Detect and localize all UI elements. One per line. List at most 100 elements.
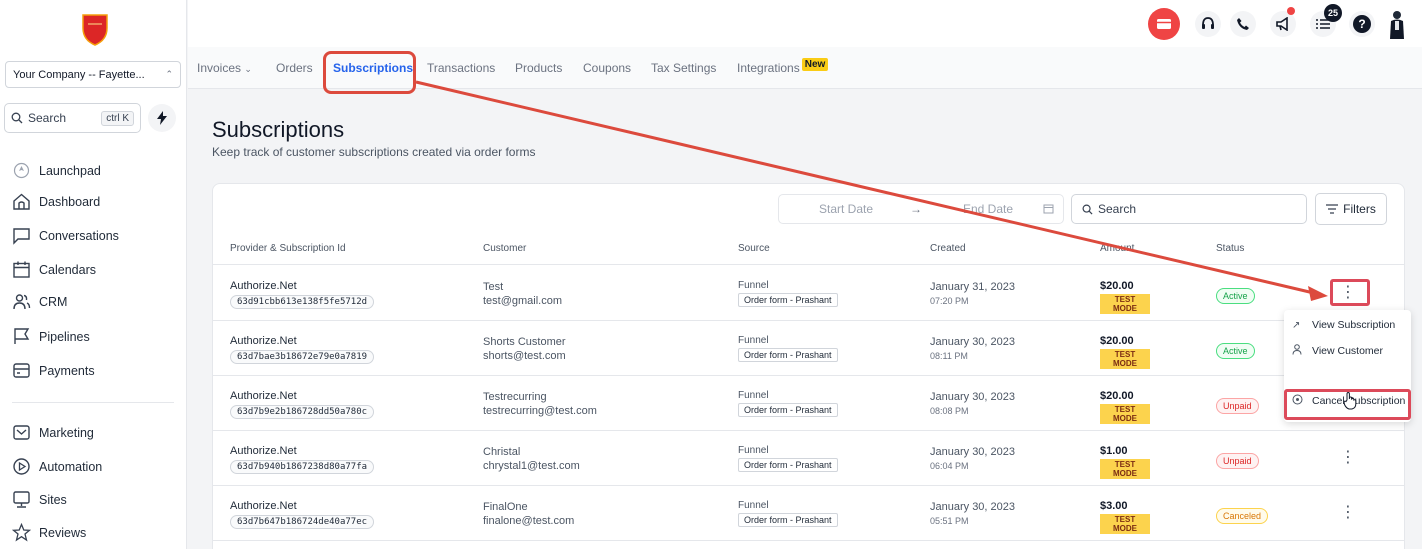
arrow-up-right-icon: ↗ [1292,319,1301,331]
source-tag: Order form - Prashant [738,403,838,417]
created-date: January 30, 2023 [930,391,1016,403]
tab-transactions[interactable]: Transactions [427,61,495,75]
created-cell: January 30, 2023 06:04 PM [930,445,1015,473]
customer-cell: Shorts Customer shorts@test.com [483,335,566,363]
search-placeholder: Search [1098,202,1137,216]
sidebar-item-label: Sites [39,492,67,507]
subscription-id: 63d7bae3b18672e79e0a7819 [230,350,375,364]
sidebar-item-reviews[interactable]: Reviews [12,523,86,542]
provider-name: Authorize.Net [230,390,297,402]
table-row[interactable]: Authorize.Net 63d91cbb613e138f5fe5712d Te… [213,266,1404,321]
amount-value: $20.00 [1100,335,1134,347]
table-row[interactable]: Authorize.Net 63d7b940b1867238d80a77fa Ch… [213,431,1404,486]
created-cell: January 31, 2023 07:20 PM [930,280,1015,308]
sidebar-item-marketing[interactable]: Marketing [12,423,94,442]
status-cell: Active [1216,286,1255,304]
menu-item-label: View Customer [1312,345,1383,357]
sidebar-item-label: Reviews [39,525,87,540]
lightning-icon [157,111,167,125]
end-date-input[interactable]: End Date [963,202,1013,216]
page-title: Subscriptions [212,117,345,142]
tab-coupons[interactable]: Coupons [583,61,631,75]
sidebar-item-label: Pipelines [39,329,90,344]
test-mode-badge: TEST MODE [1100,294,1150,314]
customer-email: finalone@test.com [483,515,575,527]
company-selector[interactable]: Your Company -- Fayette... ⌃ [5,61,181,88]
company-name: Your Company -- Fayette... [13,68,145,81]
created-cell: January 30, 2023 05:51 PM [930,500,1015,528]
sidebar-item-automation[interactable]: Automation [12,457,102,476]
customer-name: Test [483,281,504,293]
home-icon [13,193,30,210]
page-subtitle: Keep track of customer subscriptions cre… [212,145,536,159]
announcements-button[interactable] [1270,7,1296,37]
sidebar-item-launchpad[interactable]: Launchpad [12,161,101,180]
avatar[interactable] [1384,11,1410,39]
help-button[interactable]: ? [1349,11,1375,37]
search-input[interactable]: Search [1071,194,1307,224]
tasks-button[interactable]: 25 [1310,4,1342,37]
menu-view-customer[interactable]: View Customer [1292,344,1383,358]
phone-button[interactable] [1230,11,1256,37]
sidebar-item-dashboard[interactable]: Dashboard [12,192,100,211]
provider-name: Authorize.Net [230,445,297,457]
tab-integrations[interactable]: Integrations New [737,58,829,75]
created-date: January 30, 2023 [930,336,1016,348]
tab-tax-settings[interactable]: Tax Settings [651,61,716,75]
mail-icon [13,425,30,440]
tab-label: Invoices [197,61,242,75]
quick-actions-button[interactable] [148,104,176,132]
source-cell: Funnel Order form - Prashant [738,390,838,417]
amount-cell: $20.00 TEST MODE [1100,390,1150,424]
launchpad-icon [13,162,30,179]
column-header-provider: Provider & Subscription Id [230,243,346,254]
sidebar-item-label: Marketing [39,425,94,440]
company-logo[interactable] [80,12,110,46]
status-badge: Canceled [1216,508,1269,524]
wallet-button[interactable] [1148,8,1180,40]
subscription-id: 63d7b9e2b186728dd50a780c [230,405,375,419]
support-button[interactable] [1195,11,1221,37]
table-row[interactable]: Authorize.Net 63d7b9e2b186728dd50a780c Te… [213,376,1404,431]
chevron-down-icon: ⌄ [244,64,252,74]
source-cell: Funnel Order form - Prashant [738,445,838,472]
sidebar-item-pipelines[interactable]: Pipelines [12,327,90,346]
filters-button[interactable]: Filters [1315,193,1387,225]
amount-value: $1.00 [1100,445,1128,457]
row-actions-button[interactable]: ⋮ [1338,502,1358,524]
source-cell: Funnel Order form - Prashant [738,500,838,527]
column-header-amount: Amount [1100,243,1135,254]
table-row[interactable]: Authorize.Net 63d7b647b186724de40a77ec Fi… [213,486,1404,541]
provider-name: Authorize.Net [230,500,297,512]
provider-cell: Authorize.Net 63d7bae3b18672e79e0a7819 [230,335,375,364]
amount-cell: $3.00 TEST MODE [1100,500,1150,534]
sidebar-item-conversations[interactable]: Conversations [12,226,119,245]
sidebar-item-sites[interactable]: Sites [12,490,67,509]
filters-label: Filters [1343,202,1376,216]
column-header-status: Status [1216,243,1245,254]
status-cell: Unpaid [1216,396,1259,414]
source-tag: Order form - Prashant [738,458,838,472]
search-shortcut: ctrl K [101,110,134,126]
provider-name: Authorize.Net [230,280,297,292]
sidebar-item-calendars[interactable]: Calendars [12,260,96,279]
sidebar-search[interactable]: Search ctrl K [4,103,141,133]
sidebar-item-payments[interactable]: Payments [12,361,95,380]
amount-value: $20.00 [1100,280,1134,292]
menu-view-subscription[interactable]: ↗ View Subscription [1292,319,1395,331]
sidebar-item-crm[interactable]: CRM [12,292,67,311]
customer-name: Shorts Customer [483,336,566,348]
table-row[interactable]: Authorize.Net 63d7bae3b18672e79e0a7819 Sh… [213,321,1404,376]
source-cell: Funnel Order form - Prashant [738,280,838,307]
row-actions-button[interactable]: ⋮ [1338,447,1358,469]
amount-value: $20.00 [1100,390,1134,402]
calendar-icon [1043,204,1054,214]
tab-products[interactable]: Products [515,61,562,75]
tab-invoices[interactable]: Invoices ⌄ [197,61,252,75]
payments-icon [13,363,30,378]
start-date-input[interactable]: Start Date [819,202,873,216]
date-range-picker[interactable]: Start Date → End Date [778,194,1064,224]
tab-orders[interactable]: Orders [276,61,313,75]
status-badge: Unpaid [1216,398,1259,414]
column-header-customer: Customer [483,243,527,254]
